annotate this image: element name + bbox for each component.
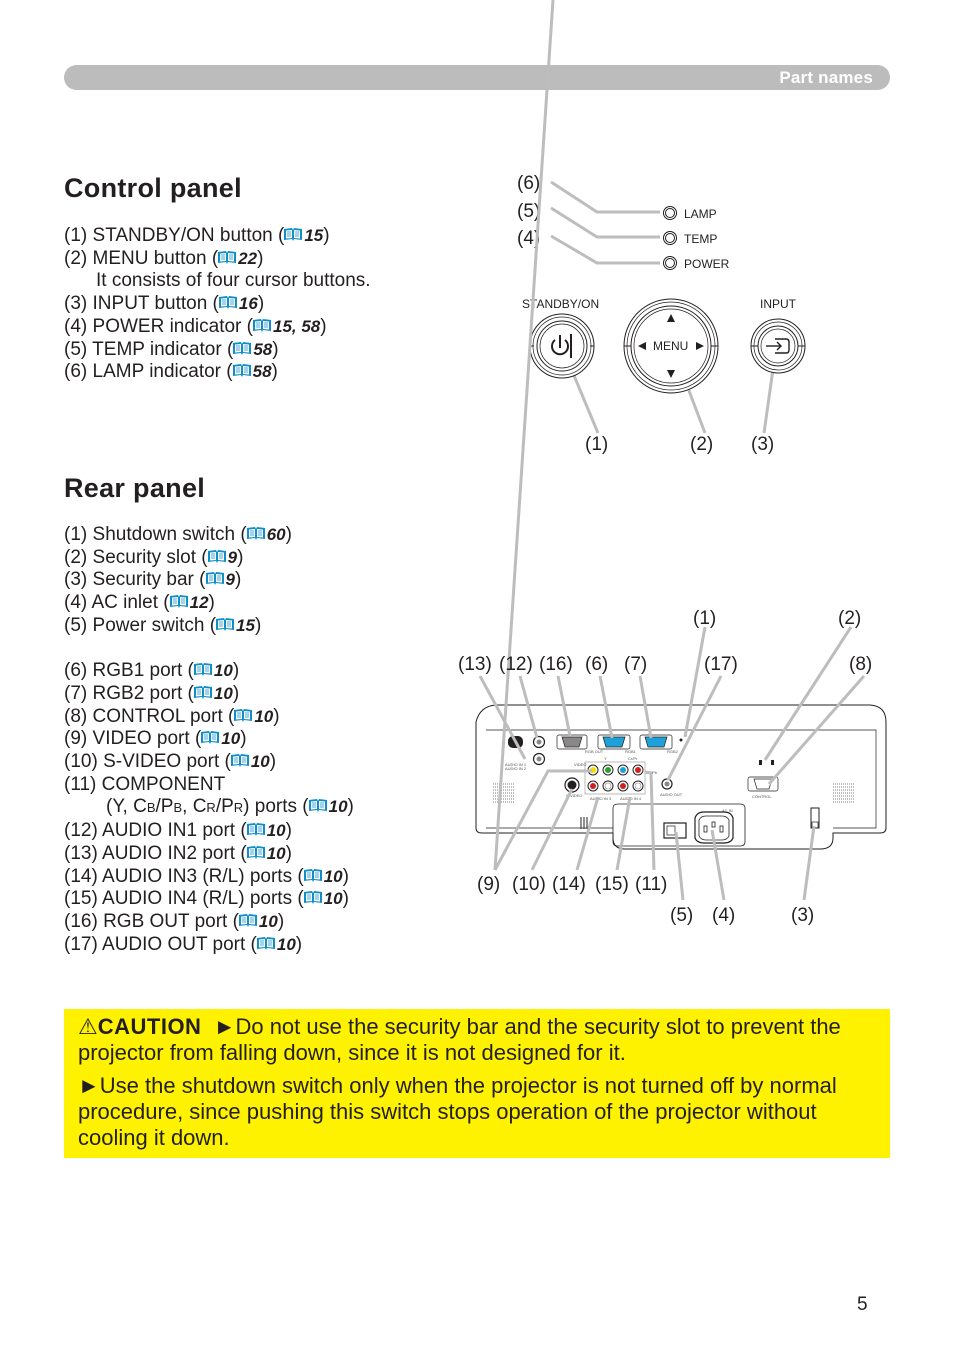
rear-callout-12: (12) [499, 654, 533, 675]
power-label: POWER [684, 257, 730, 271]
rear-callout-11: (11) [635, 874, 667, 895]
lamp-indicator: LAMP [663, 206, 717, 221]
ac-in-tiny-label: AC IN [722, 808, 733, 813]
caution-paragraph-2: ►Use the shutdown switch only when the p… [78, 1073, 888, 1151]
rear-callout-14: (14) [552, 874, 586, 895]
rear-callout-16: (16) [539, 654, 573, 675]
rgb2-tiny-label: RGB2 [667, 749, 679, 754]
rear-callout-15: (15) [595, 874, 629, 895]
rear-callout-3: (3) [791, 905, 814, 926]
callout-6: (6) [517, 173, 540, 194]
callout-5: (5) [517, 201, 540, 222]
control-panel-diagram: LAMP TEMP POWER STANDBY/ON MENU INPUT (6… [517, 173, 806, 455]
menu-label: MENU [653, 339, 688, 353]
video-tiny-label: VIDEO [574, 762, 586, 767]
callout-2: (2) [690, 434, 713, 455]
security-slot-r [771, 760, 774, 765]
rear-callout-13: (13) [458, 654, 492, 675]
rear-callout-8: (8) [849, 654, 872, 675]
menu-button[interactable]: MENU [623, 298, 719, 394]
rear-callout-7: (7) [624, 654, 647, 675]
rear-callout-1: (1) [693, 608, 716, 629]
lamp-label: LAMP [684, 207, 717, 221]
caution-text-2: ►Use the shutdown switch only when the p… [78, 1073, 837, 1150]
warning-triangle-icon: ⚠ [78, 1014, 98, 1039]
rear-callout-17: (17) [704, 654, 738, 675]
input-label: INPUT [760, 297, 797, 311]
caution-box: ⚠CAUTION ►Do not use the security bar an… [64, 1009, 890, 1158]
rear-callout-9: (9) [477, 874, 500, 895]
temp-label: TEMP [684, 232, 717, 246]
control-tiny-label: CONTROL [752, 794, 772, 799]
rgb-out-tiny-label: RGB OUT [585, 749, 604, 754]
security-slot [759, 760, 762, 765]
security-bar [810, 807, 820, 829]
rear-callout-5: (5) [670, 905, 693, 926]
audio-in2-tiny-label: AUDIO IN 2 [505, 766, 527, 771]
rear-callout-2: (2) [838, 608, 861, 629]
rear-callout-10: (10) [512, 874, 546, 895]
y-tiny-label: Y [604, 756, 607, 761]
callout-1: (1) [585, 434, 608, 455]
audio-in3-tiny-label: AUDIO IN 3 [590, 796, 612, 801]
callout-3: (3) [751, 434, 774, 455]
crpr-tiny-label: Cr/Pr [628, 756, 638, 761]
rear-callout-6: (6) [585, 654, 608, 675]
temp-indicator: TEMP [663, 231, 717, 246]
caution-label: CAUTION [97, 1014, 202, 1039]
audio-out-tiny-label: AUDIO OUT [660, 792, 683, 797]
caution-paragraph-1: ⚠CAUTION ►Do not use the security bar an… [78, 1014, 888, 1066]
power-indicator: POWER [663, 256, 730, 271]
rear-panel-diagram: AUDIO IN 1 AUDIO IN 2 RGB OUT RGB1 RGB2 [458, 0, 887, 926]
input-button[interactable]: INPUT [750, 297, 806, 374]
shutdown-switch [679, 738, 683, 742]
rgb1-tiny-label: RGB1 [625, 749, 637, 754]
rear-callout-4: (4) [712, 905, 735, 926]
page-number: 5 [857, 1294, 868, 1315]
